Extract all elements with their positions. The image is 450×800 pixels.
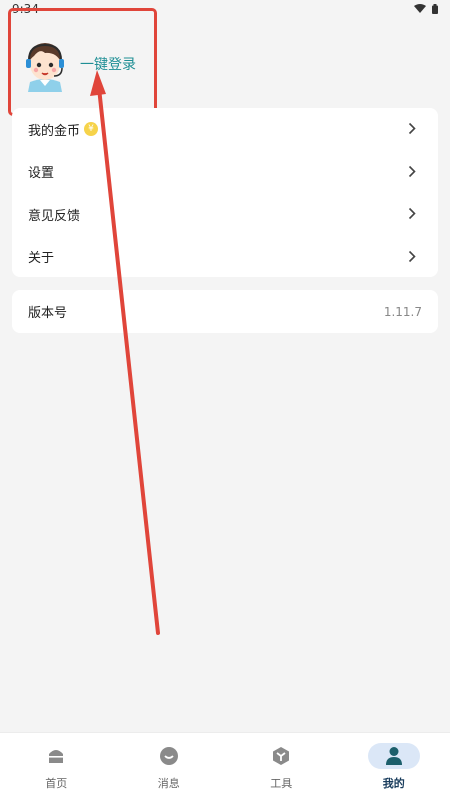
tools-icon xyxy=(255,743,307,769)
chevron-right-icon xyxy=(408,205,416,224)
profile-icon xyxy=(367,742,420,769)
menu-item-feedback[interactable]: 意见反馈 xyxy=(12,193,438,236)
avatar[interactable] xyxy=(20,36,70,92)
profile-header: 一键登录 xyxy=(12,26,312,106)
menu-item-about[interactable]: 关于 xyxy=(12,236,438,279)
menu-item-label: 我的金币 ¥ xyxy=(28,120,99,139)
nav-label: 消息 xyxy=(157,776,180,790)
wifi-icon xyxy=(414,4,426,14)
home-icon xyxy=(30,743,82,769)
chevron-right-icon xyxy=(408,162,416,181)
nav-label: 首页 xyxy=(45,776,68,790)
nav-tab-tools[interactable]: 工具 xyxy=(225,733,338,800)
battery-icon xyxy=(432,4,438,14)
version-label: 版本号 xyxy=(28,306,68,321)
menu-card: 我的金币 ¥ 设置 意见反馈 关于 xyxy=(12,108,438,277)
nav-label: 工具 xyxy=(270,776,293,790)
version-value: 1.11.7 xyxy=(383,304,422,319)
menu-item-label: 设置 xyxy=(28,166,55,182)
menu-item-coins[interactable]: 我的金币 ¥ xyxy=(12,108,438,151)
chevron-right-icon xyxy=(408,247,416,266)
chevron-right-icon xyxy=(408,120,416,139)
status-icons xyxy=(414,4,438,14)
status-time: 9:34 xyxy=(12,2,39,16)
menu-item-label: 关于 xyxy=(28,251,55,267)
nav-tab-home[interactable]: 首页 xyxy=(0,733,113,800)
coin-icon: ¥ xyxy=(84,122,99,137)
bottom-nav: 首页 消息 工具 我的 xyxy=(0,732,450,800)
nav-tab-messages[interactable]: 消息 xyxy=(113,733,226,800)
menu-item-label: 意见反馈 xyxy=(28,208,81,224)
menu-item-settings[interactable]: 设置 xyxy=(12,151,438,194)
nav-label: 我的 xyxy=(382,776,405,790)
status-bar: 9:34 xyxy=(0,0,450,20)
version-row: 版本号 1.11.7 xyxy=(12,290,438,333)
message-icon xyxy=(143,743,195,769)
nav-tab-mine[interactable]: 我的 xyxy=(338,733,450,800)
one-click-login-link[interactable]: 一键登录 xyxy=(80,54,136,74)
coins-label: 我的金币 xyxy=(28,123,81,139)
